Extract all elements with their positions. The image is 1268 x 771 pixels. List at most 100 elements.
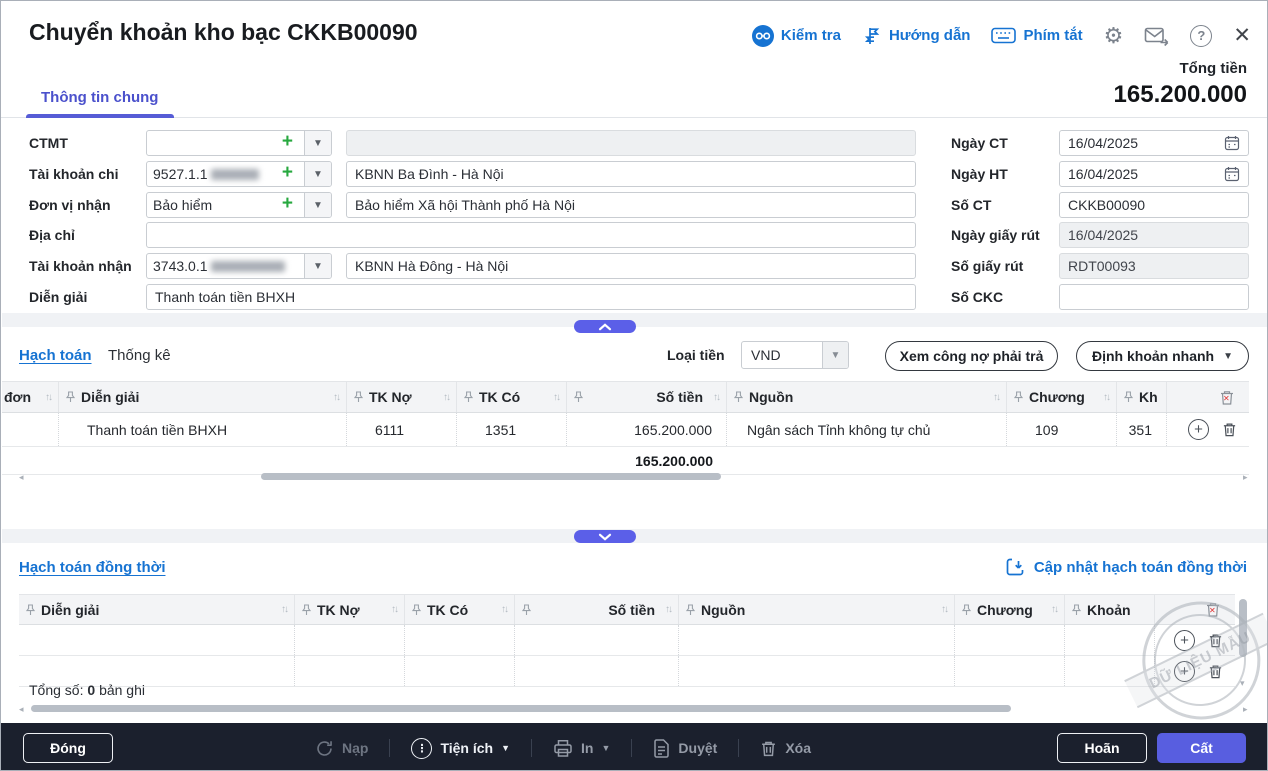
pin-icon[interactable] (686, 603, 695, 616)
pin-icon[interactable] (412, 603, 421, 616)
address-field[interactable] (146, 222, 916, 248)
col-nguon[interactable]: Nguồn ↑↓ (727, 382, 1007, 412)
pin-icon[interactable] (354, 391, 363, 403)
col-so-tien[interactable]: Số tiền ↑↓ (515, 595, 679, 624)
settings-gear-icon[interactable]: ⚙ (1104, 24, 1124, 47)
doc-date-field[interactable]: 16/04/2025 (1059, 130, 1249, 156)
debit-account-combo[interactable]: 9527.1.1 + ▼ (146, 161, 332, 187)
col-tk-co[interactable]: TK Có ↑↓ (457, 382, 567, 412)
receiver-unit-desc-field[interactable]: Bảo hiểm Xã hội Thành phố Hà Nội (346, 192, 916, 218)
divider (631, 739, 633, 757)
cell-don (2, 413, 59, 446)
debit-account-dropdown-icon[interactable]: ▼ (304, 162, 331, 186)
ckc-number-field[interactable] (1059, 284, 1249, 310)
receive-account-desc-field[interactable]: KBNN Hà Đông - Hà Nội (346, 253, 916, 279)
pin-icon[interactable] (574, 391, 583, 403)
add-ctmt-icon[interactable]: + (280, 131, 298, 155)
reload-button[interactable]: Nạp (315, 739, 368, 758)
currency-select[interactable]: VND ▼ (741, 341, 849, 369)
check-button[interactable]: Kiểm tra (751, 24, 841, 47)
posting-date-field[interactable]: 16/04/2025 (1059, 161, 1249, 187)
description-field[interactable]: Thanh toán tiền BHXH (146, 284, 916, 310)
save-button[interactable]: Cất (1157, 733, 1246, 763)
simultaneous-heading[interactable]: Hạch toán đồng thời (19, 559, 165, 576)
hscroll-right-arrow[interactable]: ▸ (1243, 473, 1248, 482)
pin-icon[interactable] (522, 603, 531, 616)
col-chuong[interactable]: Chương ↑↓ (955, 595, 1065, 624)
col-don[interactable]: đơn ↑↓ (2, 382, 59, 412)
tab-statistics[interactable]: Thống kê (108, 347, 171, 364)
receiver-unit-combo[interactable]: Bảo hiểm + ▼ (146, 192, 332, 218)
close-icon[interactable]: ✕ (1233, 23, 1251, 48)
calendar-icon[interactable] (1224, 135, 1240, 151)
delete-all-rows-icon[interactable]: ✕ (1205, 601, 1221, 618)
horizontal-scrollbar-thumb[interactable] (31, 705, 1011, 712)
pin-icon[interactable] (302, 603, 311, 616)
ctmt-combo[interactable]: + ▼ (146, 130, 332, 156)
pin-icon[interactable] (1014, 391, 1023, 403)
vscroll-down-arrow[interactable]: ▾ (1240, 679, 1245, 688)
vertical-scrollbar-thumb[interactable] (1239, 599, 1247, 657)
receiver-unit-code: Bảo hiểm (153, 197, 213, 213)
guide-button[interactable]: Hướng dẫn (862, 26, 970, 46)
delete-row-icon[interactable] (1222, 421, 1237, 438)
close-button[interactable]: Đóng (23, 733, 113, 763)
col-nguon[interactable]: Nguồn ↑↓ (679, 595, 955, 624)
col-khoan[interactable]: Khoản (1065, 595, 1155, 624)
print-button[interactable]: In ▼ (553, 739, 610, 758)
pin-icon[interactable] (1124, 391, 1133, 403)
add-row-icon[interactable]: + (1188, 419, 1209, 440)
calendar-icon[interactable] (1224, 166, 1240, 182)
delete-button[interactable]: Xóa (760, 739, 811, 758)
approve-button[interactable]: Duyệt (653, 738, 717, 758)
shortcut-label: Phím tắt (1023, 27, 1083, 44)
collapse-form-button[interactable] (574, 320, 636, 333)
postpone-button[interactable]: Hoãn (1057, 733, 1147, 763)
receiver-unit-dropdown-icon[interactable]: ▼ (304, 193, 331, 217)
col-tk-co[interactable]: TK Có ↑↓ (405, 595, 515, 624)
col-tk-no[interactable]: TK Nợ ↑↓ (295, 595, 405, 624)
col-so-tien[interactable]: Số tiền ↑↓ (567, 382, 727, 412)
expand-section-button[interactable] (574, 530, 636, 543)
doc-number-field[interactable]: CKKB00090 (1059, 192, 1249, 218)
debit-account-desc-field[interactable]: KBNN Ba Đình - Hà Nội (346, 161, 916, 187)
accounting-table-row[interactable]: Thanh toán tiền BHXH 6111 1351 165.200.0… (2, 413, 1249, 447)
col-dien-giai[interactable]: Diễn giải ↑↓ (19, 595, 295, 624)
col-tk-no[interactable]: TK Nợ ↑↓ (347, 382, 457, 412)
update-simultaneous-link[interactable]: Cập nhật hạch toán đồng thời (1005, 557, 1247, 577)
utilities-button[interactable]: ⋮ Tiện ích ▼ (411, 737, 511, 759)
hscroll-left-arrow[interactable]: ◂ (19, 473, 24, 482)
pin-icon[interactable] (962, 603, 971, 616)
simultaneous-empty-row[interactable]: + (19, 656, 1235, 687)
delete-row-icon[interactable] (1208, 632, 1223, 649)
add-row-icon[interactable]: + (1174, 660, 1195, 682)
add-debit-account-icon[interactable]: + (280, 162, 298, 186)
col-khoan[interactable]: Kh (1117, 382, 1167, 412)
tab-general-info[interactable]: Thông tin chung (41, 89, 158, 106)
pin-icon[interactable] (1072, 603, 1081, 616)
simultaneous-empty-row[interactable]: + (19, 625, 1235, 656)
ctmt-dropdown-icon[interactable]: ▼ (304, 131, 331, 155)
help-icon[interactable]: ? (1190, 24, 1213, 47)
hscroll-right-arrow[interactable]: ▸ (1243, 705, 1248, 714)
quick-posting-button[interactable]: Định khoản nhanh ▼ (1076, 341, 1249, 371)
pin-icon[interactable] (26, 603, 35, 616)
receive-account-dropdown-icon[interactable]: ▼ (304, 254, 331, 278)
pin-icon[interactable] (734, 391, 743, 403)
tab-accounting[interactable]: Hạch toán (19, 347, 92, 364)
hscroll-left-arrow[interactable]: ◂ (19, 705, 24, 714)
add-row-icon[interactable]: + (1174, 629, 1195, 651)
delete-row-icon[interactable] (1208, 663, 1223, 680)
send-feedback-icon[interactable] (1144, 25, 1169, 47)
receive-account-combo[interactable]: 3743.0.1 ▼ (146, 253, 332, 279)
view-payables-button[interactable]: Xem công nợ phải trả (885, 341, 1058, 371)
chevron-down-icon: ▼ (501, 743, 511, 753)
add-receiver-unit-icon[interactable]: + (280, 193, 298, 217)
pin-icon[interactable] (66, 391, 75, 403)
pin-icon[interactable] (464, 391, 473, 403)
delete-all-rows-icon[interactable]: ✕ (1219, 389, 1235, 406)
horizontal-scrollbar-thumb[interactable] (261, 473, 721, 480)
col-chuong[interactable]: Chương ↑↓ (1007, 382, 1117, 412)
shortcut-button[interactable]: Phím tắt (991, 27, 1083, 44)
col-dien-giai[interactable]: Diễn giải ↑↓ (59, 382, 347, 412)
